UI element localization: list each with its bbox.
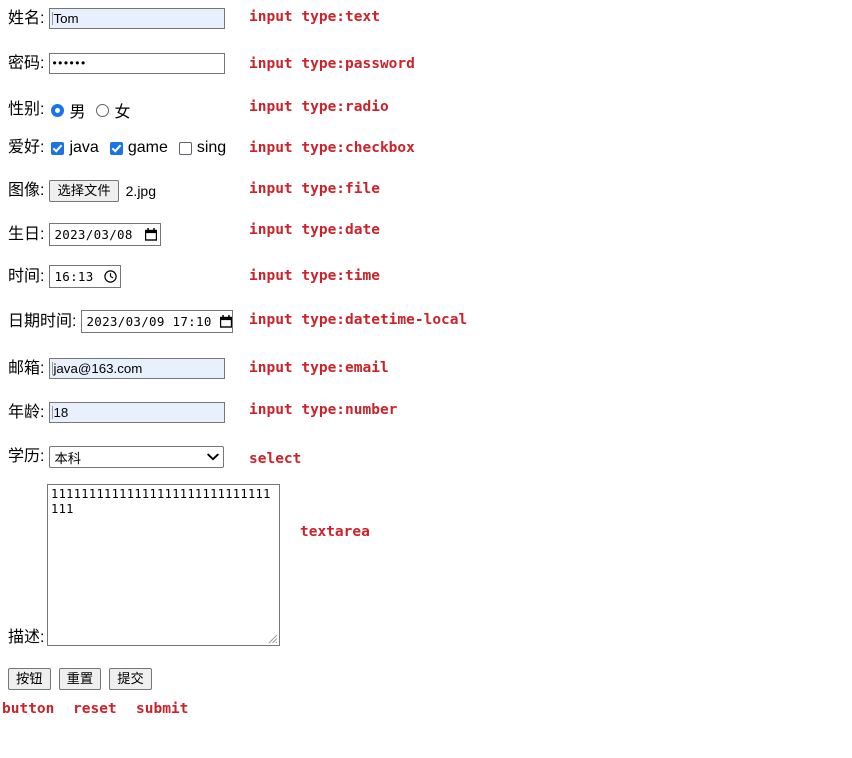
field-label-password: 密码: [8, 54, 45, 72]
annotation-submit: submit [136, 701, 189, 717]
field-label-time: 时间: [8, 267, 45, 285]
email-input-value: java@163.com [53, 361, 143, 376]
education-select[interactable]: 本科 [49, 446, 225, 468]
checkbox-hobby-sing[interactable] [178, 141, 192, 155]
annotation-input-password: input type:password [249, 56, 415, 72]
choose-file-button[interactable]: 选择文件 [49, 180, 119, 202]
annotation-input-email: input type:email [249, 360, 389, 376]
checkbox-label-game: game [127, 139, 168, 156]
field-label-datetime: 日期时间: [8, 312, 77, 330]
field-label-name: 姓名: [8, 9, 45, 27]
password-input[interactable]: •••••• [49, 53, 226, 74]
age-input[interactable]: 18 [49, 402, 226, 423]
annotation-input-time: input type:time [249, 268, 380, 284]
email-input[interactable]: java@163.com [49, 358, 226, 379]
reset-button[interactable]: 重置 [58, 668, 102, 690]
birthday-date-value: 2023/03/08 [54, 227, 133, 242]
form-row-email: 邮箱: java@163.com [8, 358, 226, 379]
clock-icon[interactable] [96, 270, 118, 283]
checkbox-label-java: java [69, 139, 99, 156]
annotation-input-number: input type:number [249, 402, 398, 418]
annotation-input-date: input type:date [249, 222, 380, 238]
field-label-gender: 性别: [8, 101, 45, 118]
form-row-education: 学历: 本科 [8, 446, 225, 468]
form-row-age: 年龄: 18 [8, 402, 226, 423]
form-row-image: 图像: 选择文件 2.jpg [8, 180, 156, 202]
checkbox-hobby-game[interactable] [109, 141, 123, 155]
form-row-time: 时间: 16:13 [8, 265, 122, 288]
field-label-hobby: 爱好: [8, 139, 45, 156]
radio-label-male: 男 [69, 104, 86, 121]
age-input-value: 18 [53, 405, 69, 420]
annotation-input-file: input type:file [249, 181, 380, 197]
form-button-row: 按钮 重置 提交 [8, 668, 160, 690]
field-label-description: 描述: [8, 629, 45, 646]
form-row-name: 姓名: Tom [8, 8, 226, 29]
time-input-value: 16:13 [54, 269, 94, 284]
description-textarea-value: 11111111111111111111111111111111 [51, 487, 271, 516]
annotation-button: button [2, 701, 55, 717]
field-label-education: 学历: [8, 448, 45, 465]
description-textarea[interactable]: 11111111111111111111111111111111 [47, 484, 280, 646]
annotation-textarea: textarea [300, 524, 370, 540]
field-label-image: 图像: [8, 182, 45, 199]
plain-button[interactable]: 按钮 [8, 668, 51, 690]
form-row-gender: 性别: 男 女 [8, 98, 141, 122]
name-input-value: Tom [53, 11, 79, 26]
name-input[interactable]: Tom [49, 8, 226, 29]
radio-gender-male[interactable] [51, 103, 65, 117]
field-label-birthday: 生日: [8, 225, 45, 243]
password-input-value: •••••• [52, 56, 87, 70]
radio-gender-female[interactable] [96, 103, 110, 117]
checkbox-label-sing: sing [196, 139, 227, 156]
field-label-age: 年龄: [8, 403, 45, 421]
annotation-input-text: input type:text [249, 9, 380, 25]
calendar-icon[interactable] [212, 315, 232, 328]
datetime-input-value: 2023/03/09 17:10 [86, 314, 212, 329]
field-label-email: 邮箱: [8, 359, 45, 377]
datetime-input[interactable]: 2023/03/09 17:10 [81, 310, 234, 333]
annotation-input-datetime-local: input type:datetime-local [249, 312, 468, 328]
submit-button[interactable]: 提交 [109, 668, 152, 690]
calendar-icon[interactable] [137, 228, 158, 241]
annotation-input-checkbox: input type:checkbox [249, 140, 415, 156]
chevron-down-icon [207, 453, 220, 461]
education-select-value: 本科 [54, 450, 82, 466]
annotation-input-radio: input type:radio [249, 99, 389, 115]
birthday-date-input[interactable]: 2023/03/08 [49, 223, 162, 246]
resize-grip-icon[interactable] [266, 632, 278, 644]
checkbox-hobby-java[interactable] [51, 141, 65, 155]
form-row-birthday: 生日: 2023/03/08 [8, 223, 162, 246]
annotation-reset: reset [73, 701, 117, 717]
form-row-datetime: 日期时间: 2023/03/09 17:10 [8, 310, 234, 333]
form-row-password: 密码: •••••• [8, 53, 226, 74]
time-input[interactable]: 16:13 [49, 265, 122, 288]
annotation-select: select [249, 451, 302, 467]
form-row-hobby: 爱好: java game sing [8, 139, 237, 157]
chosen-file-name: 2.jpg [125, 183, 156, 199]
radio-label-female: 女 [114, 104, 131, 121]
